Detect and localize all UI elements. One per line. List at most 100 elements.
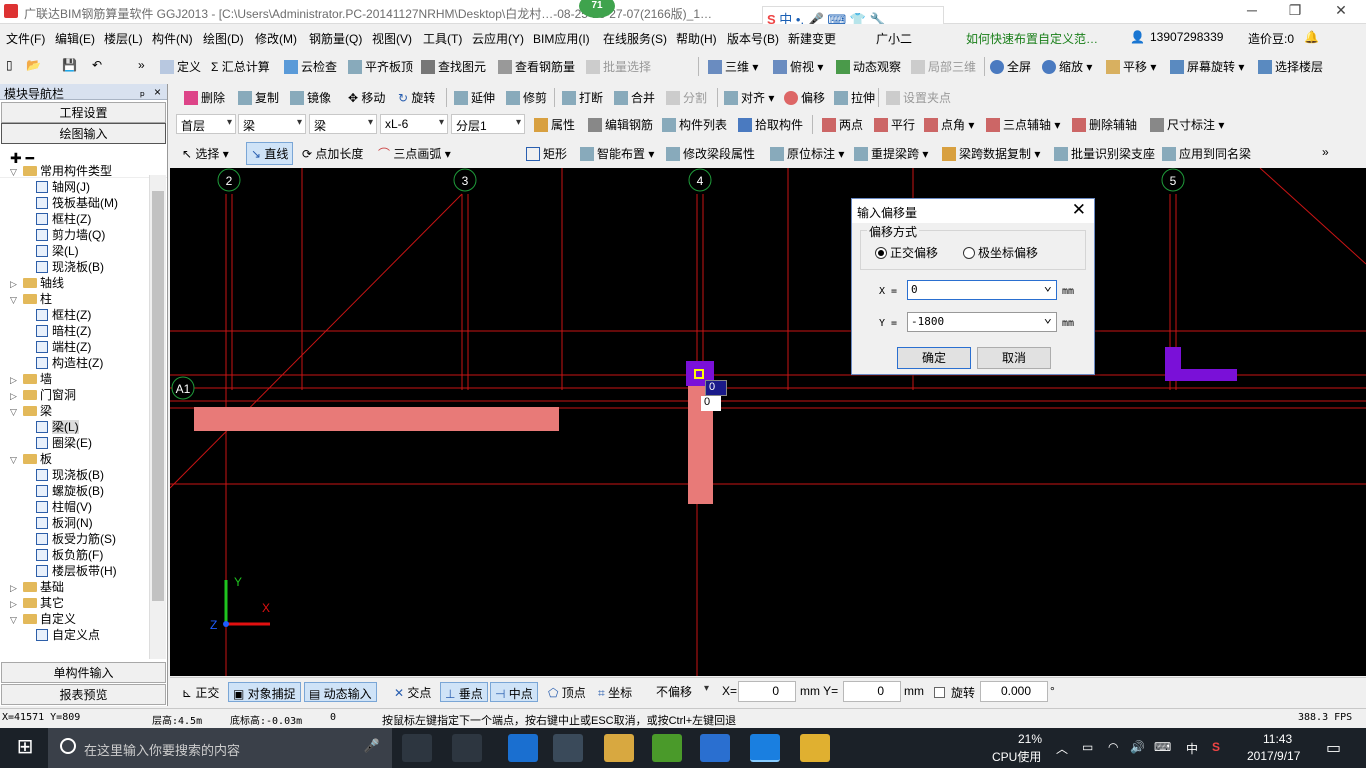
notification-icon[interactable]: ▭ [1326, 738, 1341, 758]
tree-folder[interactable]: ▷ 墙 [10, 371, 52, 387]
volume-icon[interactable]: 🔊 [1130, 740, 1145, 754]
undo-icon[interactable]: ↶ [92, 58, 102, 72]
tree-folder[interactable]: ▷ 基础 [10, 579, 64, 595]
menu-component[interactable]: 构件(N) [152, 30, 193, 47]
y-coord-spin[interactable]: 0 [843, 681, 901, 702]
three-point-arc-button[interactable]: ⌒ 三点画弧 ▾ [378, 145, 451, 162]
mirror-button[interactable]: 镜像 [290, 89, 331, 106]
wifi-icon[interactable]: ◠ [1108, 740, 1118, 754]
tree-item[interactable]: 筏板基础(M) [36, 195, 118, 211]
delete-aux-axis-button[interactable]: 删除辅轴 [1072, 116, 1137, 133]
expander-icon[interactable]: ▽ [10, 292, 20, 308]
tree-scrollbar[interactable] [149, 175, 166, 659]
cloud-check-button[interactable]: 云检查 [284, 58, 337, 75]
pick-component-button[interactable]: 拾取构件 [738, 116, 803, 133]
set-grip-button[interactable]: 设置夹点 [886, 89, 951, 106]
view-rebar-button[interactable]: 查看钢筋量 [498, 58, 575, 75]
category-select[interactable]: 梁 [238, 114, 306, 134]
tree-item[interactable]: 现浇板(B) [36, 467, 104, 483]
menu-guangxiaoer[interactable]: 广小二 [876, 30, 912, 47]
component-name-select[interactable]: xL-6 [380, 114, 448, 134]
tray-chevron-icon[interactable]: ︿ [1056, 740, 1068, 757]
ortho-toggle[interactable]: ⊾ 正交 [178, 682, 223, 702]
tree-folder[interactable]: ▽ 柱 [10, 291, 52, 307]
edge-icon[interactable] [508, 734, 538, 762]
tree-item[interactable]: 螺旋板(B) [36, 483, 104, 499]
menu-edit[interactable]: 编辑(E) [55, 30, 95, 47]
break-button[interactable]: 打断 [562, 89, 603, 106]
clock-date[interactable]: 2017/9/17 [1247, 749, 1300, 763]
menu-version[interactable]: 版本号(B) [727, 30, 779, 47]
merge-button[interactable]: 合并 [614, 89, 655, 106]
polar-offset-radio[interactable]: 极坐标偏移 [963, 244, 1038, 261]
expander-icon[interactable]: ▷ [10, 388, 20, 404]
extend-button[interactable]: 延伸 [454, 89, 495, 106]
clock-time[interactable]: 11:43 [1263, 732, 1292, 746]
line-button[interactable]: ↘ 直线 [246, 142, 294, 165]
menu-cloud[interactable]: 云应用(Y) [472, 30, 524, 47]
layer-select[interactable]: 分层1 [451, 114, 525, 134]
align-button[interactable]: 对齐 ▾ [724, 89, 774, 106]
report-preview-button[interactable]: 报表预览 [1, 684, 166, 705]
expander-icon[interactable]: ▷ [10, 580, 20, 596]
select-button[interactable]: ↖ 选择 ▾ [182, 145, 229, 162]
tree-item[interactable]: 楼层板带(H) [36, 563, 117, 579]
menu-file[interactable]: 文件(F) [6, 30, 45, 47]
ok-button[interactable]: 确定 [897, 347, 971, 369]
rotate-button[interactable]: ↻ 旋转 [398, 89, 435, 106]
move-button[interactable]: ✥ 移动 [348, 89, 385, 106]
tree-item[interactable]: 现浇板(B) [36, 259, 104, 275]
expander-icon[interactable]: ▽ [10, 164, 20, 180]
pan-button[interactable]: 平移 ▾ [1106, 58, 1156, 75]
delete-button[interactable]: 删除 [184, 89, 225, 106]
rectangle-button[interactable]: 矩形 [526, 145, 567, 162]
tree-folder[interactable]: ▷ 门窗洞 [10, 387, 76, 403]
tree-item[interactable]: 框柱(Z) [36, 211, 91, 227]
overflow-icon[interactable]: » [138, 58, 145, 72]
ime-toolbar[interactable]: S 中 •, 🎤 ⌨ 👕 🔧 [762, 6, 944, 27]
expander-icon[interactable]: ▷ [10, 596, 20, 612]
re-extract-span-button[interactable]: 重提梁跨 ▾ [854, 145, 928, 162]
cancel-button[interactable]: 取消 [977, 347, 1051, 369]
bell-icon[interactable]: 🔔 [1304, 30, 1319, 44]
network-icon[interactable]: ▭ [1082, 740, 1093, 754]
menu-tip-link[interactable]: 如何快速布置自定义范… [966, 30, 1098, 47]
modify-beam-prop-button[interactable]: 修改梁段属性 [666, 145, 755, 162]
stretch-button[interactable]: 拉伸 [834, 89, 875, 106]
span-copy-button[interactable]: 梁跨数据复制 ▾ [942, 145, 1040, 162]
tree-folder[interactable]: ▷ 轴线 [10, 275, 64, 291]
tree-item[interactable]: 端柱(Z) [36, 339, 91, 355]
trim-button[interactable]: 修剪 [506, 89, 547, 106]
properties-button[interactable]: 属性 [534, 116, 575, 133]
find-element-button[interactable]: 查找图元 [421, 58, 486, 75]
store-icon[interactable] [553, 734, 583, 762]
tree-item[interactable]: 自定义点 [36, 627, 100, 643]
edit-rebar-button[interactable]: 编辑钢筋 [588, 116, 653, 133]
menu-view[interactable]: 视图(V) [372, 30, 412, 47]
expander-icon[interactable]: ▽ [10, 612, 20, 628]
three-point-axis-button[interactable]: 三点辅轴 ▾ [986, 116, 1060, 133]
select-floor-button[interactable]: 选择楼层 [1258, 58, 1323, 75]
ime-mode[interactable]: 中 [1186, 740, 1198, 757]
toolbar-overflow-icon[interactable]: » [1322, 145, 1329, 159]
floor-select[interactable]: 首层 [176, 114, 236, 134]
menu-modify[interactable]: 修改(M) [255, 30, 297, 47]
x-coord-spin[interactable]: 0 [738, 681, 796, 702]
dialog-close-icon[interactable]: ✕ [1072, 200, 1086, 220]
split-button[interactable]: 分割 [666, 89, 707, 106]
tree-item[interactable]: 板受力筋(S) [36, 531, 116, 547]
coordinate-snap[interactable]: ⌗ 坐标 [594, 682, 636, 702]
tree-folder[interactable]: ▽ 自定义 [10, 611, 76, 627]
screen-rotate-button[interactable]: 屏幕旋转 ▾ [1170, 58, 1244, 75]
menu-online[interactable]: 在线服务(S) [603, 30, 667, 47]
explorer-icon[interactable] [604, 734, 634, 762]
microphone-icon[interactable]: 🎤 [364, 738, 380, 754]
expander-icon[interactable]: ▷ [10, 372, 20, 388]
menu-tools[interactable]: 工具(T) [423, 30, 462, 47]
tree-folder[interactable]: ▽ 梁 [10, 403, 52, 419]
tree-item[interactable]: 梁(L) [36, 419, 79, 435]
menu-account[interactable]: 13907298339 [1150, 30, 1223, 44]
dynamic-input-toggle[interactable]: ▤ 动态输入 [304, 682, 377, 702]
object-snap-toggle[interactable]: ▣ 对象捕捉 [228, 682, 301, 702]
midpoint-snap[interactable]: ⊣ 中点 [490, 682, 538, 702]
